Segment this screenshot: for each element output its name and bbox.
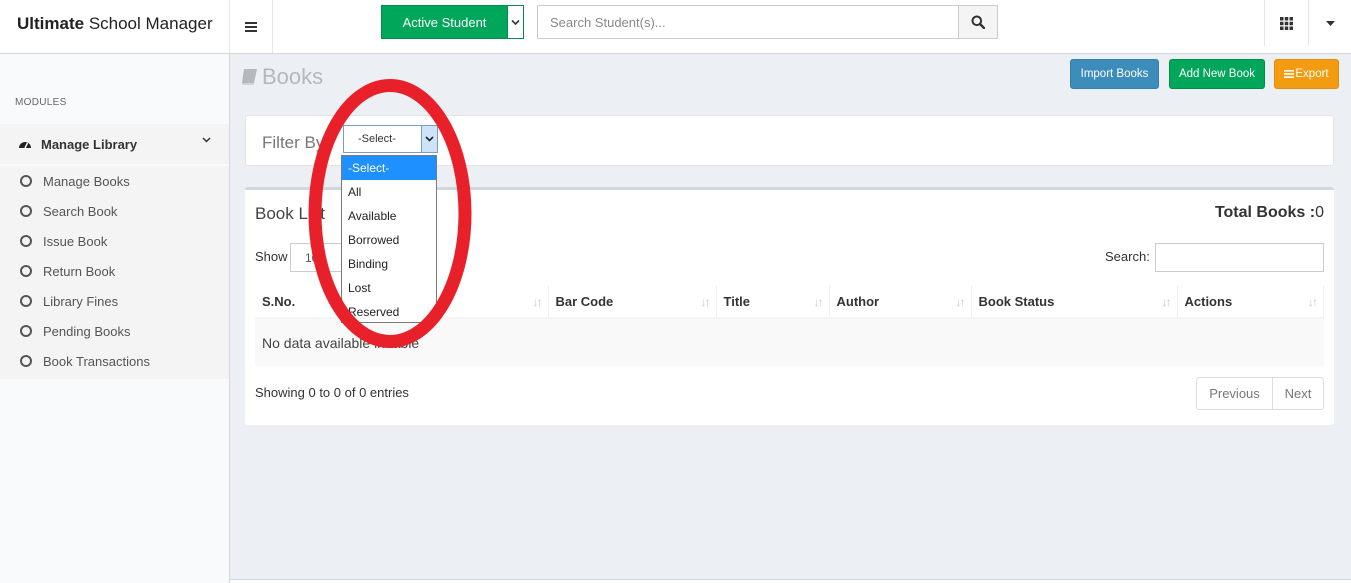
student-search-input[interactable] bbox=[538, 6, 958, 38]
pagination: Previous Next bbox=[1196, 377, 1324, 410]
next-page-button[interactable]: Next bbox=[1273, 378, 1323, 409]
footer-divider bbox=[230, 579, 1351, 583]
circle-icon bbox=[20, 205, 32, 217]
circle-icon bbox=[20, 175, 32, 187]
column-header-label: Bar Code bbox=[555, 293, 614, 309]
sidebar-item-return-book[interactable]: Return Book bbox=[0, 256, 229, 286]
column-header[interactable]: S.No. bbox=[255, 285, 344, 319]
column-header-label: Title bbox=[723, 293, 751, 309]
column-header[interactable]: Book Status ↓↑ bbox=[971, 285, 1178, 319]
total-books-label: Total Books : bbox=[1214, 204, 1316, 221]
sidebar-section-label: Manage Library bbox=[41, 136, 138, 152]
sidebar-item-label: Issue Book bbox=[43, 233, 108, 249]
sidebar: MODULES Manage Library Manage Books Sear… bbox=[0, 54, 230, 583]
filter-select-value: -Select- bbox=[358, 133, 396, 145]
sort-icon: ↓↑ bbox=[955, 295, 966, 309]
search-icon bbox=[971, 15, 985, 29]
export-button[interactable]: Export bbox=[1274, 59, 1339, 89]
previous-page-button[interactable]: Previous bbox=[1197, 378, 1273, 409]
column-header-label: S.No. bbox=[262, 293, 296, 309]
column-header-label: Book Status bbox=[978, 293, 1055, 309]
student-search bbox=[537, 5, 998, 39]
showing-entries-info: Showing 0 to 0 of 0 entries bbox=[255, 385, 409, 400]
circle-icon bbox=[20, 355, 32, 367]
sidebar-item-label: Book Transactions bbox=[43, 353, 150, 369]
circle-icon bbox=[20, 295, 32, 307]
search-button[interactable] bbox=[958, 6, 997, 38]
brand-logo[interactable]: Ultimate School Manager bbox=[0, 0, 230, 53]
sidebar-item-issue-book[interactable]: Issue Book bbox=[0, 226, 229, 256]
sidebar-item-label: Pending Books bbox=[43, 323, 131, 339]
empty-table-message: No data available in table bbox=[255, 317, 1324, 366]
sidebar-item-label: Return Book bbox=[43, 263, 116, 279]
filter-option[interactable]: Lost bbox=[342, 276, 436, 300]
circle-icon bbox=[20, 325, 32, 337]
brand-rest: School Manager bbox=[88, 14, 213, 33]
top-navbar: Ultimate School Manager Active Student bbox=[0, 0, 1351, 54]
grid-icon bbox=[1280, 16, 1293, 30]
filter-option[interactable]: All bbox=[342, 180, 436, 204]
book-icon bbox=[242, 69, 257, 85]
brand-bold: Ultimate bbox=[17, 14, 85, 33]
sidebar-item-label: Manage Books bbox=[43, 173, 130, 189]
total-books: Total Books :0 bbox=[1215, 204, 1324, 222]
modules-heading: MODULES bbox=[15, 97, 67, 108]
sidebar-item-library-fines[interactable]: Library Fines bbox=[0, 286, 229, 316]
list-icon bbox=[1284, 70, 1295, 78]
chevron-down-icon[interactable] bbox=[421, 126, 437, 152]
user-menu-button[interactable] bbox=[1308, 0, 1351, 46]
chevron-down-icon[interactable] bbox=[507, 6, 523, 38]
active-student-label[interactable]: Active Student bbox=[382, 6, 507, 38]
column-header-label: Actions bbox=[1184, 293, 1233, 309]
filter-option[interactable]: -Select- bbox=[342, 156, 436, 180]
export-label: Export bbox=[1295, 68, 1329, 80]
filter-select[interactable]: -Select- bbox=[343, 125, 438, 153]
column-header[interactable]: Title ↓↑ bbox=[716, 285, 830, 319]
add-new-book-button[interactable]: Add New Book bbox=[1169, 59, 1265, 89]
import-books-button[interactable]: Import Books bbox=[1070, 59, 1159, 89]
hamburger-icon bbox=[245, 25, 257, 28]
sidebar-item-manage-books[interactable]: Manage Books bbox=[0, 166, 229, 196]
show-entries-label: Show bbox=[255, 249, 288, 264]
sort-icon: ↓↑ bbox=[532, 295, 543, 309]
filter-option[interactable]: Borrowed bbox=[342, 228, 436, 252]
filter-option[interactable]: Binding bbox=[342, 252, 436, 276]
sort-icon: ↓↑ bbox=[1308, 295, 1318, 309]
table-search-label: Search: bbox=[1105, 249, 1150, 264]
dashboard-icon bbox=[19, 142, 31, 149]
column-header[interactable]: Bar Code ↓↑ bbox=[548, 285, 717, 319]
circle-icon bbox=[20, 265, 32, 277]
filter-by-label: Filter By bbox=[262, 133, 325, 152]
sidebar-submenu: Manage Books Search Book Issue Book Retu… bbox=[0, 166, 229, 379]
circle-icon bbox=[20, 235, 32, 247]
filter-dropdown-list: -Select- All Available Borrowed Binding … bbox=[341, 155, 437, 323]
page-title-text: Books bbox=[262, 64, 324, 89]
filter-option[interactable]: Available bbox=[342, 204, 436, 228]
apps-grid-button[interactable] bbox=[1264, 0, 1308, 46]
sort-icon: ↓↑ bbox=[700, 295, 711, 309]
sidebar-item-label: Search Book bbox=[43, 203, 118, 219]
sidebar-item-search-book[interactable]: Search Book bbox=[0, 196, 229, 226]
active-student-dropdown[interactable]: Active Student bbox=[381, 5, 524, 39]
sort-icon: ↓↑ bbox=[813, 295, 824, 309]
column-header[interactable]: Author ↓↑ bbox=[829, 285, 972, 319]
sidebar-section-manage-library[interactable]: Manage Library bbox=[0, 124, 229, 164]
sidebar-item-book-transactions[interactable]: Book Transactions bbox=[0, 346, 229, 376]
caret-down-icon bbox=[1325, 20, 1335, 26]
column-header-label: Author bbox=[836, 293, 880, 309]
page-title: Books bbox=[240, 64, 323, 90]
table-row: No data available in table bbox=[255, 317, 1324, 366]
total-books-value: 0 bbox=[1315, 204, 1324, 221]
sidebar-item-label: Library Fines bbox=[43, 293, 119, 309]
sidebar-toggle-button[interactable] bbox=[230, 0, 273, 53]
book-list-title: Book List bbox=[255, 204, 325, 223]
sort-icon: ↓↑ bbox=[1161, 295, 1172, 309]
filter-option[interactable]: Reserved bbox=[342, 300, 436, 324]
chevron-down-icon bbox=[202, 137, 211, 143]
column-header[interactable]: Actions ↓↑ bbox=[1177, 285, 1324, 319]
sidebar-item-pending-books[interactable]: Pending Books bbox=[0, 316, 229, 346]
table-search-input[interactable] bbox=[1155, 243, 1324, 272]
